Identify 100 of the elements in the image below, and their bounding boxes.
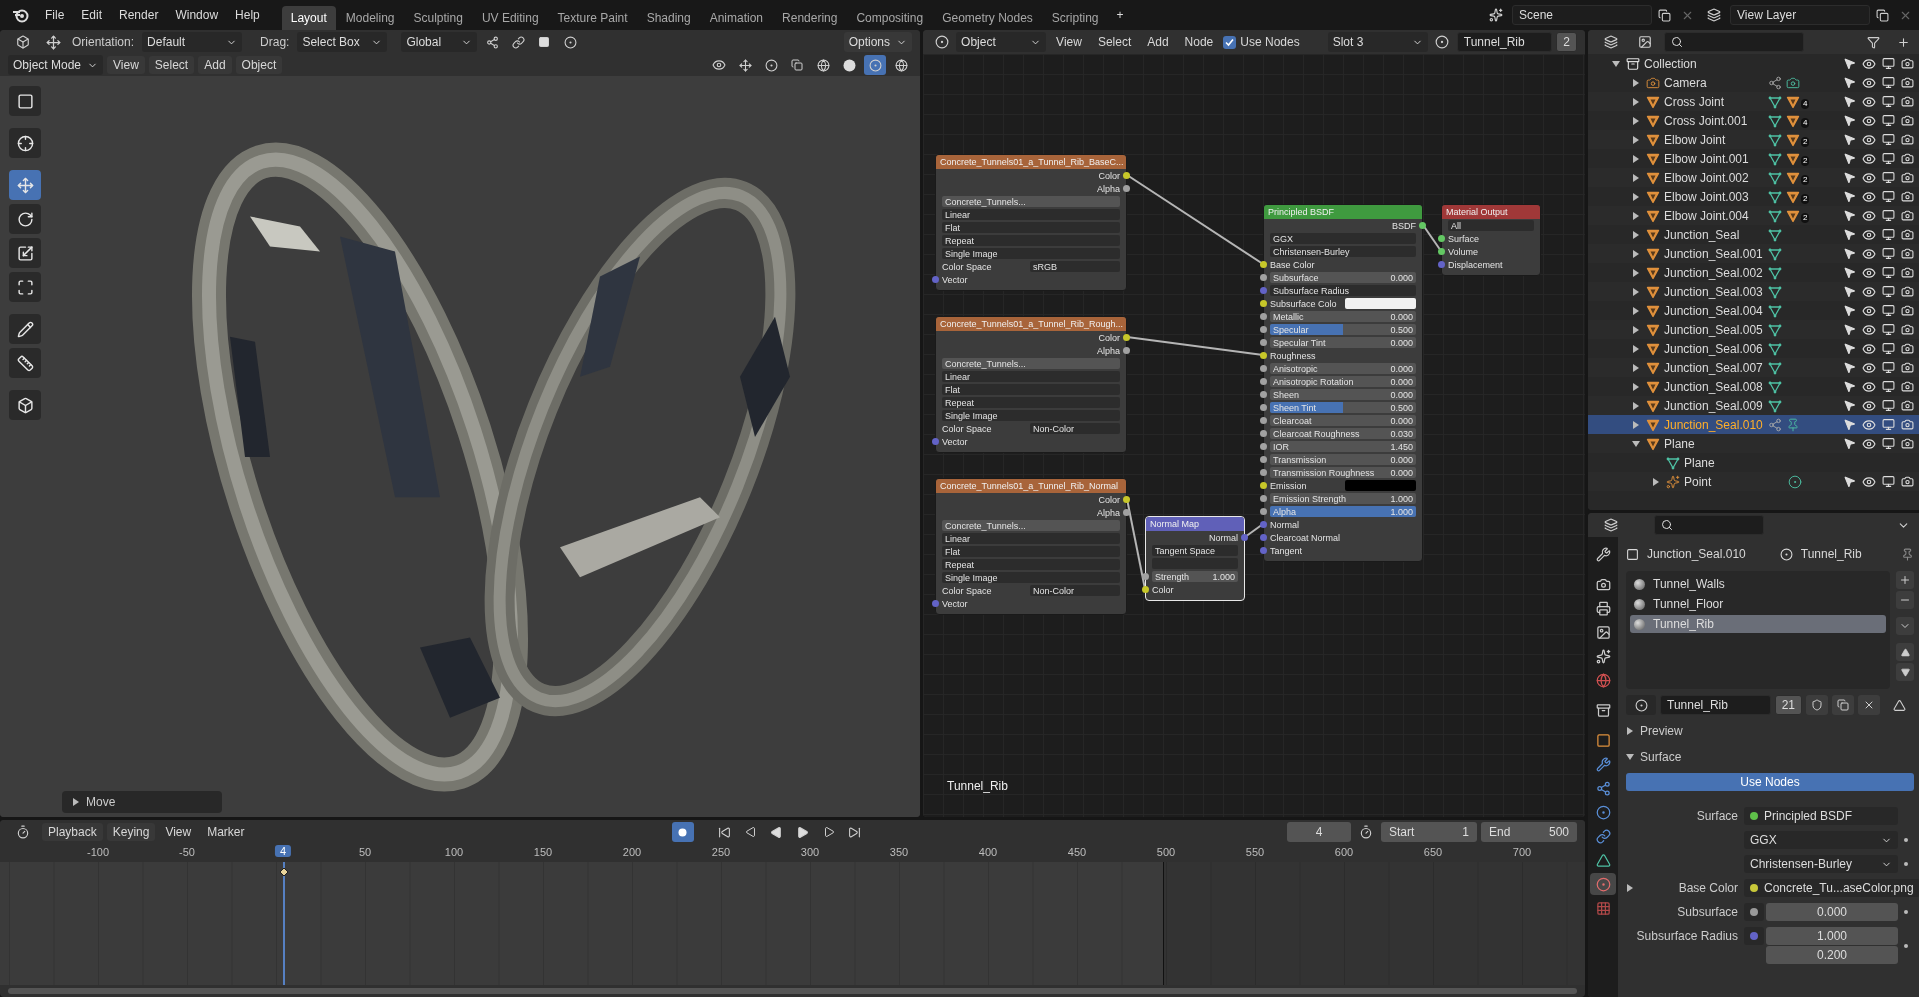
value-field[interactable]: Specular Tint 0.000: [1270, 337, 1416, 348]
strength-field[interactable]: Strength 1.000: [1152, 571, 1238, 582]
shader-link-field[interactable]: Concrete_Tu...aseColor.png: [1744, 879, 1919, 897]
node-dropdown[interactable]: Christensen-Burley: [1270, 246, 1416, 257]
selectable-icon[interactable]: [1843, 56, 1856, 70]
move-down-button[interactable]: [1896, 663, 1914, 681]
render-icon[interactable]: [1901, 474, 1914, 488]
visibility-icon[interactable]: [1862, 75, 1876, 90]
render-icon[interactable]: [1901, 417, 1914, 431]
use-nodes-checkbox[interactable]: Use Nodes: [1223, 35, 1300, 49]
workspace-tab[interactable]: Compositing: [847, 6, 933, 30]
image-field[interactable]: Concrete_Tunnels...: [942, 358, 1120, 369]
expand-arrow-icon[interactable]: [1632, 211, 1640, 220]
value-field[interactable]: Transmission Roughness 0.000: [1270, 467, 1416, 478]
viewport-icon[interactable]: [1882, 341, 1895, 355]
viewport-icon[interactable]: [1882, 56, 1895, 70]
animate-dot[interactable]: [1904, 943, 1908, 948]
viewport-icon[interactable]: [1882, 417, 1895, 431]
render-icon[interactable]: [1901, 132, 1914, 146]
expand-arrow-icon[interactable]: [1632, 97, 1640, 106]
expand-arrow-icon[interactable]: [1632, 116, 1640, 125]
expand-arrow-icon[interactable]: [1626, 727, 1634, 735]
selectable-icon[interactable]: [1843, 227, 1856, 241]
viewport-icon[interactable]: [1882, 474, 1895, 488]
expand-arrow-icon[interactable]: [1632, 287, 1640, 296]
visibility-icon[interactable]: [1862, 436, 1876, 451]
viewport-icon[interactable]: [1882, 189, 1895, 203]
node-dropdown[interactable]: sRGB: [1030, 261, 1120, 272]
workspace-tab[interactable]: Modeling: [336, 6, 404, 30]
expand-arrow-icon[interactable]: [1632, 192, 1640, 201]
menu-item[interactable]: Marker: [201, 823, 251, 841]
value-field[interactable]: Anisotropic 0.000: [1270, 363, 1416, 374]
rotate-tool[interactable]: [9, 204, 41, 234]
material-slot[interactable]: Tunnel_Walls: [1630, 575, 1886, 593]
relation-icon[interactable]: [1768, 417, 1782, 432]
select-box-tool[interactable]: [9, 86, 41, 116]
menu-item[interactable]: Keying: [106, 823, 156, 841]
normal-map-node[interactable]: Normal Map Normal Tangent Space Strength 1.000 Color: [1145, 516, 1245, 601]
outliner-row[interactable]: Junction_Seal.010: [1588, 415, 1919, 434]
visibility-icon[interactable]: [1862, 417, 1876, 432]
viewport-icon[interactable]: [1882, 246, 1895, 260]
mesh-data-icon[interactable]: [1768, 151, 1782, 166]
principled-node[interactable]: [1263, 204, 1423, 562]
render-icon[interactable]: [1901, 208, 1914, 222]
value-field[interactable]: IOR 1.450: [1270, 441, 1416, 452]
expand-arrow-icon[interactable]: [72, 798, 80, 806]
render-icon[interactable]: [1901, 284, 1914, 298]
selectable-icon[interactable]: [1843, 94, 1856, 108]
viewport-icon[interactable]: [1882, 227, 1895, 241]
remove-slot-button[interactable]: [1896, 591, 1914, 609]
expand-arrow-icon[interactable]: [1632, 382, 1640, 391]
viewport-icon[interactable]: [1882, 303, 1895, 317]
mesh-data-icon[interactable]: [1666, 455, 1680, 470]
render-icon[interactable]: [1901, 303, 1914, 317]
relation-icon[interactable]: [1768, 75, 1782, 90]
workspace-tab[interactable]: Rendering: [773, 6, 847, 30]
search-field[interactable]: [1664, 32, 1804, 52]
expand-arrow-icon[interactable]: [1632, 420, 1640, 429]
value-field[interactable]: Emission Strength 1.000: [1270, 493, 1416, 504]
expand-arrow-icon[interactable]: [1632, 249, 1640, 258]
selectable-icon[interactable]: [1843, 265, 1856, 279]
selectable-icon[interactable]: [1843, 151, 1856, 165]
visibility-icon[interactable]: [1862, 322, 1876, 337]
image-texture-node[interactable]: Concrete_Tunnels01_a_Tunnel_Rib_Normal Color Alpha Concrete_Tunnels... Linear Flat Repeat Single Image Color Space Non-Color Vector: [935, 478, 1127, 615]
node-dropdown[interactable]: Subsurface Radius: [1270, 285, 1416, 296]
viewport-icon[interactable]: [1882, 75, 1895, 89]
search-field[interactable]: [1654, 515, 1764, 535]
render-icon[interactable]: [1901, 322, 1914, 336]
render-icon[interactable]: [1901, 265, 1914, 279]
menu-item[interactable]: Edit: [73, 5, 111, 25]
annotate-tool[interactable]: [9, 314, 41, 344]
slider-field[interactable]: Specular 0.500: [1270, 324, 1416, 335]
render-icon[interactable]: [1901, 151, 1914, 165]
expand-arrow-icon[interactable]: [1632, 363, 1640, 372]
end-frame-field[interactable]: End 500: [1481, 822, 1577, 842]
material-name-field[interactable]: Tunnel_Rib: [1660, 695, 1771, 715]
render-icon[interactable]: [1901, 94, 1914, 108]
menu-item[interactable]: Window: [167, 5, 227, 25]
node-dropdown[interactable]: Tangent Space: [1152, 545, 1238, 556]
material-browse-icon[interactable]: [1626, 695, 1656, 715]
selectable-icon[interactable]: [1843, 113, 1856, 127]
scale-tool[interactable]: [9, 238, 41, 268]
viewport-icon[interactable]: [1882, 284, 1895, 298]
menu-item[interactable]: Playback: [42, 823, 103, 841]
material-slot[interactable]: Tunnel_Floor: [1630, 595, 1886, 613]
material-slot[interactable]: Tunnel_Rib: [1630, 615, 1886, 633]
render-icon[interactable]: [1901, 170, 1914, 184]
expand-arrow-icon[interactable]: [1632, 268, 1640, 277]
visibility-icon[interactable]: [1862, 398, 1876, 413]
visibility-icon[interactable]: [1862, 151, 1876, 166]
drag-dropdown[interactable]: Select Box: [297, 32, 388, 52]
expand-arrow-icon[interactable]: [1612, 59, 1620, 68]
material-tab[interactable]: [1590, 873, 1616, 895]
selectable-icon[interactable]: [1843, 170, 1856, 184]
visibility-icon[interactable]: [1862, 56, 1876, 71]
selectable-icon[interactable]: [1843, 474, 1856, 488]
visibility-icon[interactable]: [1862, 474, 1876, 489]
color-swatch[interactable]: [1345, 480, 1416, 491]
render-icon[interactable]: [1901, 246, 1914, 260]
node-dropdown[interactable]: Single Image: [942, 572, 1120, 583]
